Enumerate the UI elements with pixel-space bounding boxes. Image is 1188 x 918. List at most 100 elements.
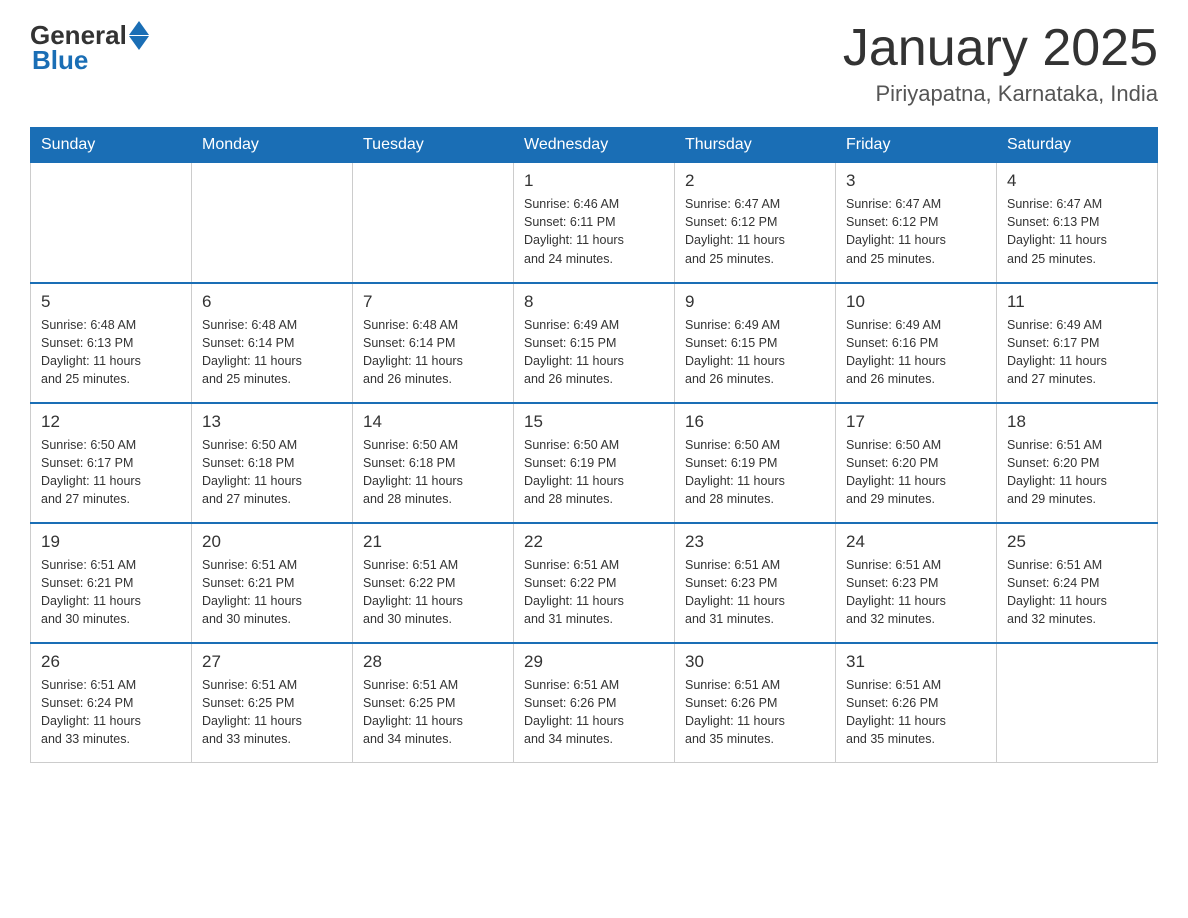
calendar-day-cell: 29 Sunrise: 6:51 AM Sunset: 6:26 PM Dayli…: [514, 643, 675, 763]
day-number: 2: [685, 171, 825, 191]
day-number: 25: [1007, 532, 1147, 552]
calendar-day-cell: 25 Sunrise: 6:51 AM Sunset: 6:24 PM Dayli…: [997, 523, 1158, 643]
day-number: 28: [363, 652, 503, 672]
day-info: Sunrise: 6:51 AM Sunset: 6:23 PM Dayligh…: [846, 556, 986, 629]
calendar-day-cell: 12Sunrise: 6:50 AM Sunset: 6:17 PM Dayli…: [31, 403, 192, 523]
day-number: 30: [685, 652, 825, 672]
calendar-day-cell: 30 Sunrise: 6:51 AM Sunset: 6:26 PM Dayli…: [675, 643, 836, 763]
day-info: Sunrise: 6:51 AM Sunset: 6:21 PM Dayligh…: [202, 556, 342, 629]
calendar-day-cell: 15 Sunrise: 6:50 AM Sunset: 6:19 PM Dayli…: [514, 403, 675, 523]
day-number: 5: [41, 292, 181, 312]
day-number: 23: [685, 532, 825, 552]
calendar-day-cell: 1 Sunrise: 6:46 AM Sunset: 6:11 PM Daylig…: [514, 163, 675, 283]
day-info: Sunrise: 6:47 AM Sunset: 6:12 PM Dayligh…: [846, 195, 986, 268]
calendar-day-cell: 6Sunrise: 6:48 AM Sunset: 6:14 PM Daylig…: [192, 283, 353, 403]
calendar-day-cell: [31, 163, 192, 283]
day-number: 10: [846, 292, 986, 312]
calendar-week-row: 5 Sunrise: 6:48 AM Sunset: 6:13 PM Daylig…: [31, 283, 1158, 403]
day-info: Sunrise: 6:51 AM Sunset: 6:23 PM Dayligh…: [685, 556, 825, 629]
calendar-day-cell: 24 Sunrise: 6:51 AM Sunset: 6:23 PM Dayli…: [836, 523, 997, 643]
day-info: Sunrise: 6:50 AM Sunset: 6:18 PM Dayligh…: [363, 436, 503, 509]
calendar-day-cell: 20 Sunrise: 6:51 AM Sunset: 6:21 PM Dayli…: [192, 523, 353, 643]
day-info: Sunrise: 6:49 AM Sunset: 6:16 PM Dayligh…: [846, 316, 986, 389]
day-number: 29: [524, 652, 664, 672]
day-number: 11: [1007, 292, 1147, 312]
day-info: Sunrise: 6:51 AM Sunset: 6:26 PM Dayligh…: [524, 676, 664, 749]
day-info: Sunrise: 6:51 AM Sunset: 6:26 PM Dayligh…: [685, 676, 825, 749]
calendar-day-cell: 26 Sunrise: 6:51 AM Sunset: 6:24 PM Dayli…: [31, 643, 192, 763]
day-info: Sunrise: 6:47 AM Sunset: 6:13 PM Dayligh…: [1007, 195, 1147, 268]
calendar-header-cell: Wednesday: [514, 128, 675, 163]
day-number: 17: [846, 412, 986, 432]
logo-blue-text: Blue: [30, 45, 88, 76]
day-number: 18: [1007, 412, 1147, 432]
day-number: 6: [202, 292, 342, 312]
calendar-day-cell: 4Sunrise: 6:47 AM Sunset: 6:13 PM Daylig…: [997, 163, 1158, 283]
day-info: Sunrise: 6:51 AM Sunset: 6:22 PM Dayligh…: [363, 556, 503, 629]
calendar-week-row: 12Sunrise: 6:50 AM Sunset: 6:17 PM Dayli…: [31, 403, 1158, 523]
day-info: Sunrise: 6:47 AM Sunset: 6:12 PM Dayligh…: [685, 195, 825, 268]
page-header: General Blue January 2025 Piriyapatna, K…: [30, 20, 1158, 107]
calendar-day-cell: 16 Sunrise: 6:50 AM Sunset: 6:19 PM Dayli…: [675, 403, 836, 523]
calendar-week-row: 19 Sunrise: 6:51 AM Sunset: 6:21 PM Dayli…: [31, 523, 1158, 643]
day-number: 8: [524, 292, 664, 312]
calendar-subtitle: Piriyapatna, Karnataka, India: [843, 81, 1158, 107]
day-info: Sunrise: 6:50 AM Sunset: 6:18 PM Dayligh…: [202, 436, 342, 509]
calendar-header-cell: Sunday: [31, 128, 192, 163]
day-number: 24: [846, 532, 986, 552]
day-info: Sunrise: 6:51 AM Sunset: 6:25 PM Dayligh…: [363, 676, 503, 749]
calendar-day-cell: [192, 163, 353, 283]
calendar-header-row: SundayMondayTuesdayWednesdayThursdayFrid…: [31, 128, 1158, 163]
day-info: Sunrise: 6:51 AM Sunset: 6:25 PM Dayligh…: [202, 676, 342, 749]
calendar-day-cell: 7 Sunrise: 6:48 AM Sunset: 6:14 PM Daylig…: [353, 283, 514, 403]
day-number: 12: [41, 412, 181, 432]
calendar-day-cell: 3Sunrise: 6:47 AM Sunset: 6:12 PM Daylig…: [836, 163, 997, 283]
day-info: Sunrise: 6:51 AM Sunset: 6:24 PM Dayligh…: [1007, 556, 1147, 629]
calendar-day-cell: [997, 643, 1158, 763]
day-info: Sunrise: 6:48 AM Sunset: 6:13 PM Dayligh…: [41, 316, 181, 389]
day-number: 20: [202, 532, 342, 552]
day-info: Sunrise: 6:46 AM Sunset: 6:11 PM Dayligh…: [524, 195, 664, 268]
day-info: Sunrise: 6:51 AM Sunset: 6:24 PM Dayligh…: [41, 676, 181, 749]
day-info: Sunrise: 6:50 AM Sunset: 6:20 PM Dayligh…: [846, 436, 986, 509]
day-info: Sunrise: 6:51 AM Sunset: 6:21 PM Dayligh…: [41, 556, 181, 629]
day-info: Sunrise: 6:51 AM Sunset: 6:20 PM Dayligh…: [1007, 436, 1147, 509]
day-number: 15: [524, 412, 664, 432]
calendar-day-cell: 17 Sunrise: 6:50 AM Sunset: 6:20 PM Dayli…: [836, 403, 997, 523]
calendar-day-cell: 23 Sunrise: 6:51 AM Sunset: 6:23 PM Dayli…: [675, 523, 836, 643]
day-number: 31: [846, 652, 986, 672]
day-info: Sunrise: 6:51 AM Sunset: 6:26 PM Dayligh…: [846, 676, 986, 749]
day-number: 16: [685, 412, 825, 432]
day-number: 14: [363, 412, 503, 432]
day-number: 19: [41, 532, 181, 552]
day-number: 7: [363, 292, 503, 312]
day-number: 21: [363, 532, 503, 552]
day-number: 9: [685, 292, 825, 312]
day-info: Sunrise: 6:49 AM Sunset: 6:15 PM Dayligh…: [524, 316, 664, 389]
day-number: 27: [202, 652, 342, 672]
calendar-header-cell: Monday: [192, 128, 353, 163]
day-info: Sunrise: 6:51 AM Sunset: 6:22 PM Dayligh…: [524, 556, 664, 629]
day-number: 26: [41, 652, 181, 672]
calendar-day-cell: 11 Sunrise: 6:49 AM Sunset: 6:17 PM Dayli…: [997, 283, 1158, 403]
day-number: 22: [524, 532, 664, 552]
calendar-day-cell: 21 Sunrise: 6:51 AM Sunset: 6:22 PM Dayli…: [353, 523, 514, 643]
day-info: Sunrise: 6:49 AM Sunset: 6:17 PM Dayligh…: [1007, 316, 1147, 389]
calendar-header-cell: Saturday: [997, 128, 1158, 163]
calendar-day-cell: 27 Sunrise: 6:51 AM Sunset: 6:25 PM Dayli…: [192, 643, 353, 763]
calendar-week-row: 26 Sunrise: 6:51 AM Sunset: 6:24 PM Dayli…: [31, 643, 1158, 763]
day-info: Sunrise: 6:50 AM Sunset: 6:19 PM Dayligh…: [524, 436, 664, 509]
calendar-day-cell: 10 Sunrise: 6:49 AM Sunset: 6:16 PM Dayli…: [836, 283, 997, 403]
calendar-day-cell: 2 Sunrise: 6:47 AM Sunset: 6:12 PM Daylig…: [675, 163, 836, 283]
logo: General Blue: [30, 20, 149, 76]
day-info: Sunrise: 6:50 AM Sunset: 6:19 PM Dayligh…: [685, 436, 825, 509]
calendar-day-cell: 9Sunrise: 6:49 AM Sunset: 6:15 PM Daylig…: [675, 283, 836, 403]
calendar-header-cell: Thursday: [675, 128, 836, 163]
day-info: Sunrise: 6:48 AM Sunset: 6:14 PM Dayligh…: [363, 316, 503, 389]
calendar-day-cell: 31 Sunrise: 6:51 AM Sunset: 6:26 PM Dayli…: [836, 643, 997, 763]
calendar-day-cell: [353, 163, 514, 283]
calendar-day-cell: 8 Sunrise: 6:49 AM Sunset: 6:15 PM Daylig…: [514, 283, 675, 403]
calendar-day-cell: 18 Sunrise: 6:51 AM Sunset: 6:20 PM Dayli…: [997, 403, 1158, 523]
day-number: 1: [524, 171, 664, 191]
calendar-day-cell: 28 Sunrise: 6:51 AM Sunset: 6:25 PM Dayli…: [353, 643, 514, 763]
